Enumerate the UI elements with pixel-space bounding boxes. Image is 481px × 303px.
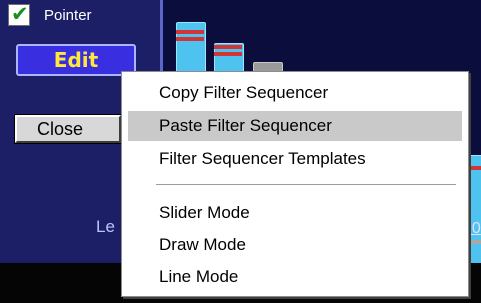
menu-item-copy-filter-sequencer[interactable]: Copy Filter Sequencer <box>128 78 462 108</box>
edit-button[interactable]: Edit <box>16 44 136 76</box>
menu-item-slider-mode[interactable]: Slider Mode <box>128 198 462 228</box>
sequencer-bar-cap <box>214 45 242 49</box>
menu-item-paste-filter-sequencer[interactable]: Paste Filter Sequencer <box>128 111 462 141</box>
menu-item-draw-mode[interactable]: Draw Mode <box>128 230 462 260</box>
sequencer-bar-cap <box>176 37 204 41</box>
check-icon: ✔ <box>11 2 29 26</box>
pointer-label: Pointer <box>44 7 92 24</box>
pointer-checkbox[interactable]: ✔ <box>8 2 30 26</box>
sequencer-bar-cap <box>468 166 481 170</box>
sequencer-bar-cap <box>214 52 242 56</box>
sequencer-bar-cap <box>468 240 481 244</box>
context-menu: Copy Filter Sequencer Paste Filter Seque… <box>121 71 469 297</box>
sequencer-bar-cap <box>176 30 204 34</box>
close-button[interactable]: Close <box>14 114 122 144</box>
menu-separator <box>156 184 456 186</box>
sequencer-bar[interactable] <box>468 155 481 265</box>
menu-item-filter-sequencer-templates[interactable]: Filter Sequencer Templates <box>128 144 462 174</box>
menu-item-line-mode[interactable]: Line Mode <box>128 262 462 292</box>
panel-label-fragment: Le <box>96 217 115 236</box>
